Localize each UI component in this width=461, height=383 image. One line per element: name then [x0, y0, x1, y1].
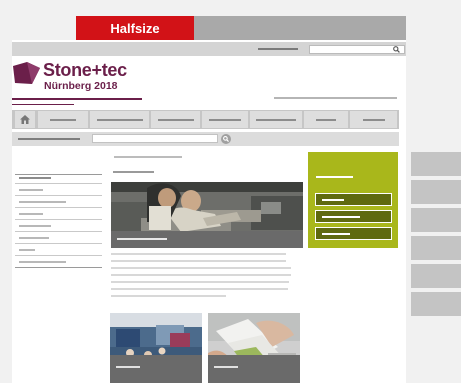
body-text-line [111, 260, 286, 262]
body-text-line [111, 267, 291, 269]
sub-bar-label [18, 138, 80, 140]
search-icon[interactable] [221, 134, 231, 144]
side-list-item[interactable] [411, 208, 461, 232]
quick-link-button[interactable] [315, 210, 392, 223]
nav-item[interactable] [304, 111, 348, 128]
sidebar-item[interactable] [19, 261, 66, 263]
nav-item[interactable] [90, 111, 149, 128]
side-list-item[interactable] [411, 236, 461, 260]
logo-mark-icon [12, 62, 42, 86]
body-text-line [111, 295, 226, 297]
body-text-line [111, 288, 288, 290]
teaser-caption-text [117, 238, 167, 240]
sidebar-item[interactable] [19, 213, 43, 215]
sidebar-top-rule [15, 174, 102, 175]
nav-item[interactable] [350, 111, 397, 128]
quick-link-button[interactable] [315, 193, 392, 206]
home-icon [20, 115, 30, 124]
nav-item[interactable] [202, 111, 248, 128]
sidebar-divider [15, 207, 102, 208]
search-icon[interactable] [393, 44, 400, 53]
sidebar-item[interactable] [19, 189, 43, 191]
sub-search-input[interactable] [92, 134, 218, 143]
nav-item[interactable] [38, 111, 88, 128]
side-list-item[interactable] [411, 180, 461, 204]
sidebar-bottom-rule [15, 267, 102, 268]
thumbnail-caption-text [116, 366, 140, 368]
nav-home-button[interactable] [15, 111, 35, 128]
sidebar-divider [15, 255, 102, 256]
sidebar-divider [15, 243, 102, 244]
utility-link[interactable] [258, 48, 298, 50]
nav-item[interactable] [250, 111, 302, 128]
quick-link-button[interactable] [315, 227, 392, 240]
body-text-line [111, 281, 289, 283]
sidebar-item[interactable] [19, 237, 49, 239]
page-title [113, 171, 154, 173]
sidebar-item[interactable] [19, 201, 66, 203]
side-list-item[interactable] [411, 292, 461, 316]
top-search-input[interactable] [309, 45, 405, 54]
header-rule [274, 97, 397, 99]
logo-subtitle: Nürnberg 2018 [44, 80, 118, 92]
thumbnail-caption-text [214, 366, 238, 368]
fullsize-button[interactable] [194, 16, 406, 40]
breadcrumb[interactable] [114, 156, 182, 158]
quick-links-title [316, 176, 353, 178]
nav-item[interactable] [151, 111, 200, 128]
logo-name[interactable]: Stone+tec [43, 60, 127, 80]
sidebar-divider [15, 195, 102, 196]
body-text-line [111, 253, 286, 255]
sidebar-item[interactable] [19, 249, 35, 251]
body-text-line [111, 274, 291, 276]
sidebar-item[interactable] [19, 225, 51, 227]
halfsize-button[interactable]: Halfsize [76, 16, 194, 40]
side-list-item[interactable] [411, 264, 461, 288]
logo-rule [12, 98, 142, 100]
logo-rule-short [12, 104, 74, 105]
sidebar-divider [15, 219, 102, 220]
thumbnail-caption [208, 355, 300, 383]
thumbnail-caption [110, 355, 202, 383]
sidebar-divider [15, 231, 102, 232]
sidebar-divider [15, 183, 102, 184]
side-list-item[interactable] [411, 152, 461, 176]
sidebar-heading [19, 177, 51, 179]
